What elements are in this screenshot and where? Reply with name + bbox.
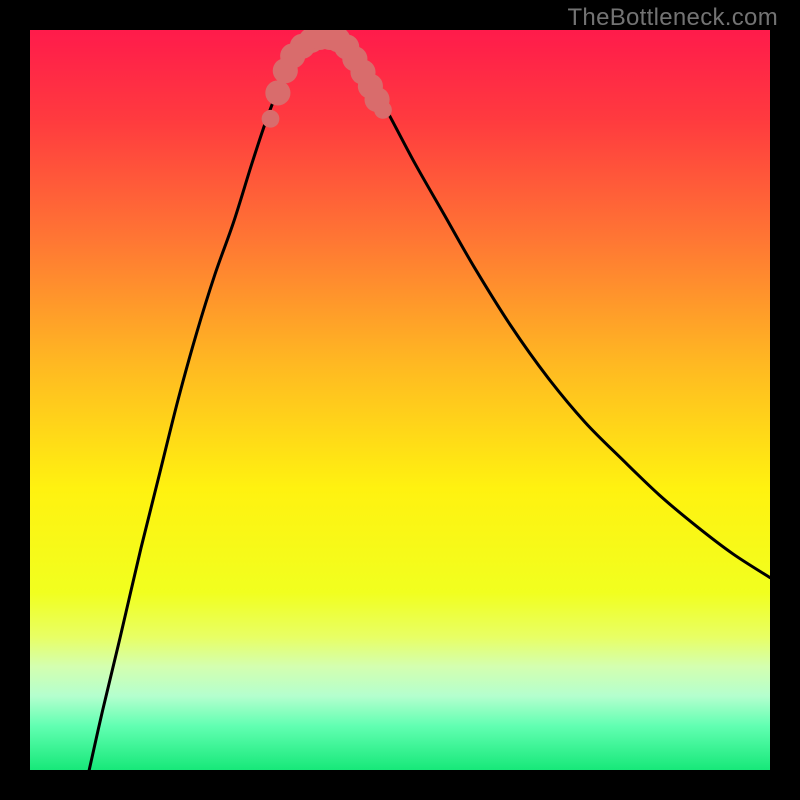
watermark-text: TheBottleneck.com bbox=[567, 4, 778, 32]
highlight-dot bbox=[262, 110, 280, 128]
chart-svg bbox=[30, 30, 770, 770]
bottleneck-chart bbox=[30, 30, 770, 770]
highlight-dot bbox=[374, 101, 392, 119]
highlight-dot bbox=[265, 80, 290, 105]
chart-background bbox=[30, 30, 770, 770]
